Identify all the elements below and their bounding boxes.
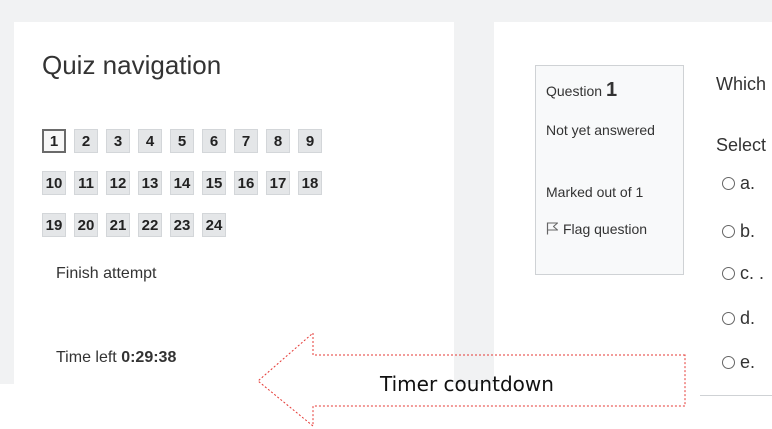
answer-option-b[interactable]: b. [722,221,755,242]
question-info-box: Question 1 Not yet answered Marked out o… [535,65,684,275]
question-nav-button-16[interactable]: 16 [234,171,258,195]
question-nav-row: 123456789 [42,129,382,158]
question-divider [700,395,772,396]
question-nav-button-3[interactable]: 3 [106,129,130,153]
answer-option-e[interactable]: e. [722,352,755,373]
answer-option-label: e. [740,352,756,372]
radio-icon[interactable] [722,225,735,238]
radio-icon[interactable] [722,177,735,190]
answer-option-label: b. [740,221,756,241]
radio-icon[interactable] [722,356,735,369]
question-nav-button-12[interactable]: 12 [106,171,130,195]
question-nav-button-11[interactable]: 11 [74,171,98,195]
question-nav-row: 19 20 21 22 23 24 [42,213,382,242]
flag-question-label: Flag question [563,221,648,237]
question-number-value: 1 [605,79,618,101]
answer-option-c[interactable]: c. . [722,263,764,284]
question-nav-button-4[interactable]: 4 [138,129,162,153]
answer-option-label: d. [740,308,756,328]
answer-option-label: c. . [740,263,765,283]
time-left-value: 0:29:38 [121,349,177,366]
answer-option-d[interactable]: d. [722,308,755,329]
question-label: Question [546,83,603,99]
question-nav-button-14[interactable]: 14 [170,171,194,195]
question-nav-button-19[interactable]: 19 [42,213,66,237]
question-nav-button-18[interactable]: 18 [298,171,322,195]
radio-icon[interactable] [722,267,735,280]
question-nav-button-13[interactable]: 13 [138,171,162,195]
question-nav-button-1[interactable]: 1 [42,129,66,153]
question-nav-button-10[interactable]: 10 [42,171,66,195]
question-nav-button-22[interactable]: 22 [138,213,162,237]
question-nav-button-9[interactable]: 9 [298,129,322,153]
time-left: Time left 0:29:38 [56,349,176,367]
quiz-navigation-title: Quiz navigation [42,50,222,80]
flag-question-button[interactable]: Flag question [546,219,676,239]
question-state: Not yet answered [546,122,655,138]
question-grade: Marked out of 1 [546,184,644,200]
timer-countdown-label: Timer countdown [380,372,554,396]
question-prompt: Select [716,135,767,155]
question-nav-button-23[interactable]: 23 [170,213,194,237]
question-nav-button-21[interactable]: 21 [106,213,130,237]
question-nav-button-17[interactable]: 17 [266,171,290,195]
question-nav-button-8[interactable]: 8 [266,129,290,153]
question-nav-button-5[interactable]: 5 [170,129,194,153]
question-nav-button-20[interactable]: 20 [74,213,98,237]
flag-icon [546,222,559,235]
question-nav-row: 10 11 12 13 14 15 16 17 18 [42,171,382,200]
question-nav-button-2[interactable]: 2 [74,129,98,153]
finish-attempt-link[interactable]: Finish attempt [56,265,156,283]
question-nav-button-6[interactable]: 6 [202,129,226,153]
time-left-label: Time left [56,349,117,366]
question-nav-button-7[interactable]: 7 [234,129,258,153]
answer-option-label: a. [740,173,756,193]
question-nav-button-15[interactable]: 15 [202,171,226,195]
question-text: Which [716,74,767,94]
radio-icon[interactable] [722,312,735,325]
question-nav-button-24[interactable]: 24 [202,213,226,237]
question-number: Question 1 [546,79,617,102]
question-navigation-grid: 1 2 3 4 5 6 7 8 9 10 11 12 13 14 15 16 17 18 19 20 21 22 23 24 [42,129,382,255]
answer-option-a[interactable]: a. [722,173,755,194]
